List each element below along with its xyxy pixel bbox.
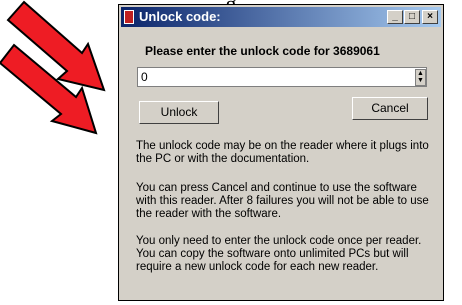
help-text-3: You only need to enter the unlock code o… (136, 235, 422, 273)
maximize-button[interactable]: □ (404, 10, 420, 24)
window-title: Unlock code: (139, 9, 221, 24)
unlock-prompt: Please enter the unlock code for 3689061 (145, 44, 380, 58)
help-text-1: The unlock code may be on the reader whe… (136, 140, 429, 165)
app-icon (124, 10, 134, 24)
title-bar[interactable]: Unlock code: _ □ × (121, 7, 441, 27)
close-button[interactable]: × (422, 10, 438, 24)
arrows (0, 0, 130, 150)
unlock-button[interactable]: Unlock (139, 101, 219, 124)
unlock-dialog: Unlock code: _ □ × Please enter the unlo… (118, 4, 444, 301)
unlock-code-input[interactable] (137, 67, 427, 87)
minimize-button[interactable]: _ (387, 10, 403, 24)
cancel-button[interactable]: Cancel (352, 97, 428, 120)
spin-icon[interactable]: ▲ ▼ (415, 69, 426, 86)
help-text-2: You can press Cancel and continue to use… (136, 182, 429, 220)
